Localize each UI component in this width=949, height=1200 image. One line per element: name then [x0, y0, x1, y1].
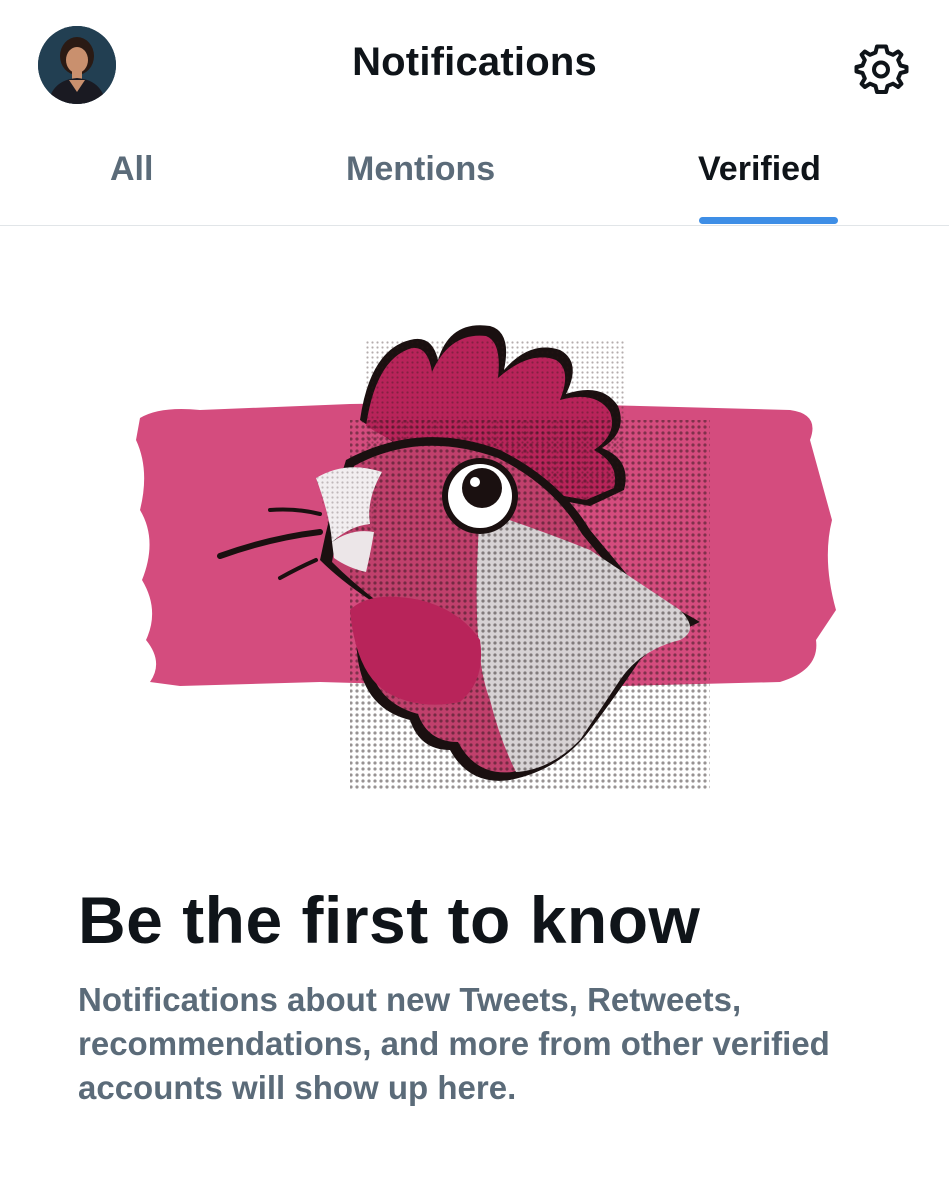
empty-state-headline: Be the first to know — [78, 883, 701, 957]
tab-all[interactable]: All — [110, 150, 153, 189]
tab-bar: All Mentions Verified — [0, 130, 949, 226]
gear-icon — [854, 44, 909, 94]
rooster-icon — [136, 325, 836, 790]
tab-verified[interactable]: Verified — [698, 150, 821, 189]
active-tab-indicator — [699, 217, 838, 224]
empty-state-description: Notifications about new Tweets, Retweets… — [78, 981, 830, 1106]
header-bar: Notifications — [0, 0, 949, 130]
tab-mentions[interactable]: Mentions — [346, 150, 495, 189]
empty-state-illustration — [120, 310, 840, 790]
settings-button[interactable] — [852, 40, 910, 98]
page-title: Notifications — [352, 40, 597, 84]
